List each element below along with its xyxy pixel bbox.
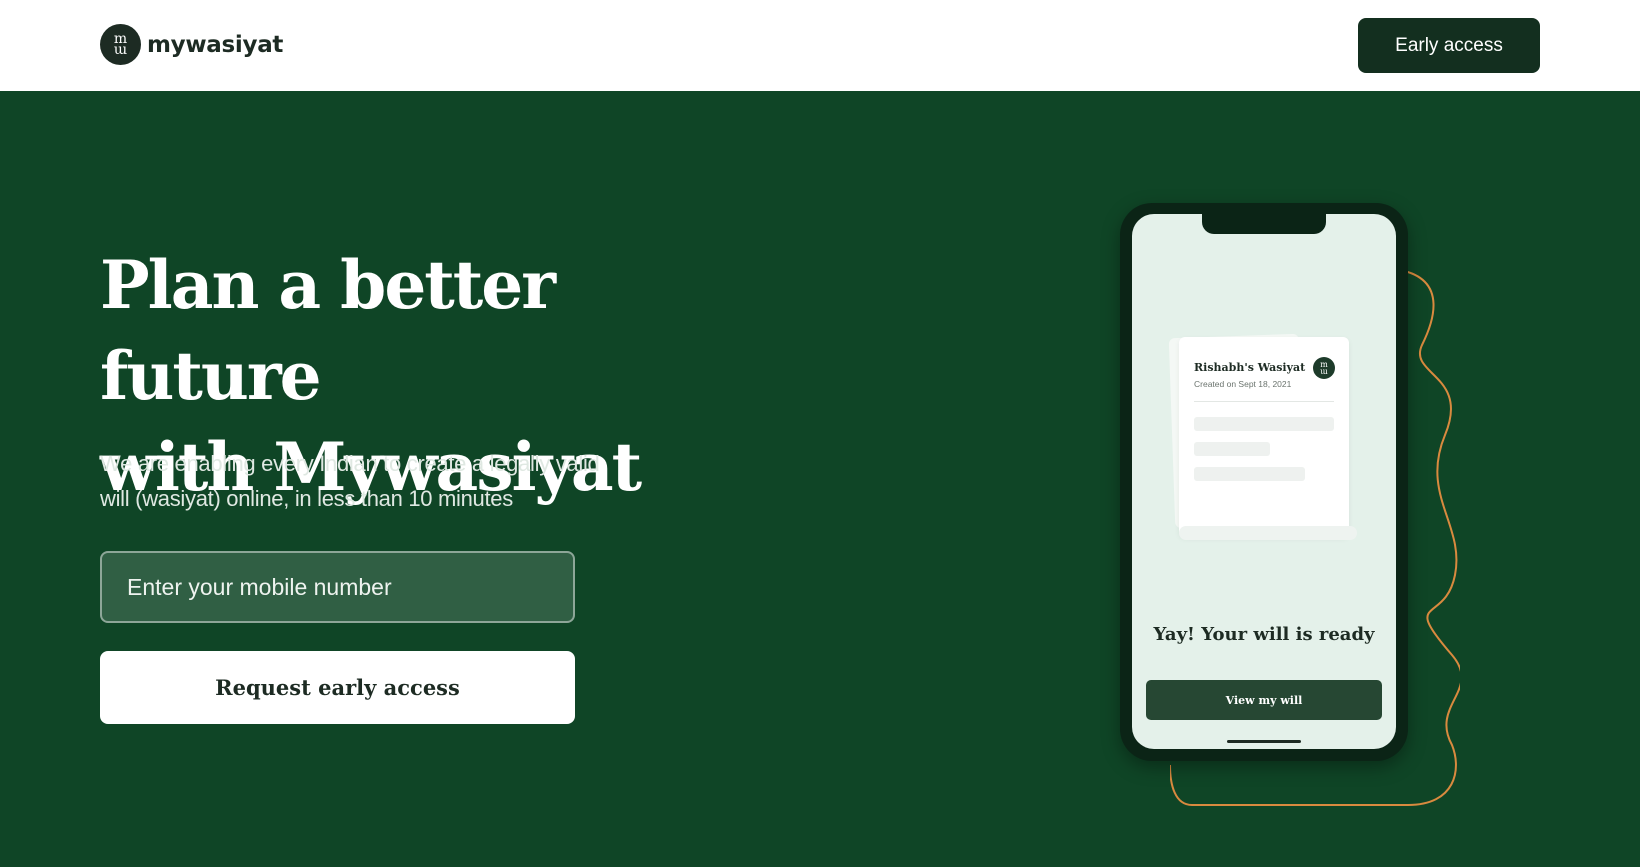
mobile-number-input[interactable] xyxy=(100,551,575,623)
brand-logo[interactable]: m ɯ mywasiyat xyxy=(100,24,283,65)
home-indicator xyxy=(1227,740,1301,743)
top-nav: m ɯ mywasiyat Early access xyxy=(0,0,1640,91)
request-early-access-button[interactable]: Request early access xyxy=(100,651,575,724)
document-divider xyxy=(1194,401,1334,402)
brand-name: mywasiyat xyxy=(147,31,284,58)
view-my-will-button[interactable]: View my will xyxy=(1146,680,1382,720)
early-access-button[interactable]: Early access xyxy=(1358,18,1540,73)
hero-subtitle-line-2: will (wasiyat) online, in less than 10 m… xyxy=(100,486,513,511)
logo-badge-icon: m ɯ xyxy=(1313,357,1335,379)
logo-mark-icon: m ɯ xyxy=(100,24,141,65)
phone-notch xyxy=(1202,214,1326,234)
will-ready-heading: Yay! Your will is ready xyxy=(1153,624,1375,645)
phone-screen: Rishabh's Wasiyat Created on Sept 18, 20… xyxy=(1132,214,1396,749)
document-roll-edge xyxy=(1179,526,1357,540)
document-placeholder-line xyxy=(1194,417,1334,431)
hero-subtitle: We are enabling every Indian to create a… xyxy=(100,446,620,516)
will-document-card: Rishabh's Wasiyat Created on Sept 18, 20… xyxy=(1179,337,1349,537)
document-placeholder-line xyxy=(1194,467,1305,481)
phone-mockup: Rishabh's Wasiyat Created on Sept 18, 20… xyxy=(1120,203,1408,761)
will-document-date: Created on Sept 18, 2021 xyxy=(1194,379,1292,389)
will-document-title: Rishabh's Wasiyat xyxy=(1194,361,1306,374)
hero-title-line-1: Plan a better future xyxy=(100,246,556,415)
document-placeholder-line xyxy=(1194,442,1270,456)
hero-subtitle-line-1: We are enabling every Indian to create a… xyxy=(100,451,600,476)
